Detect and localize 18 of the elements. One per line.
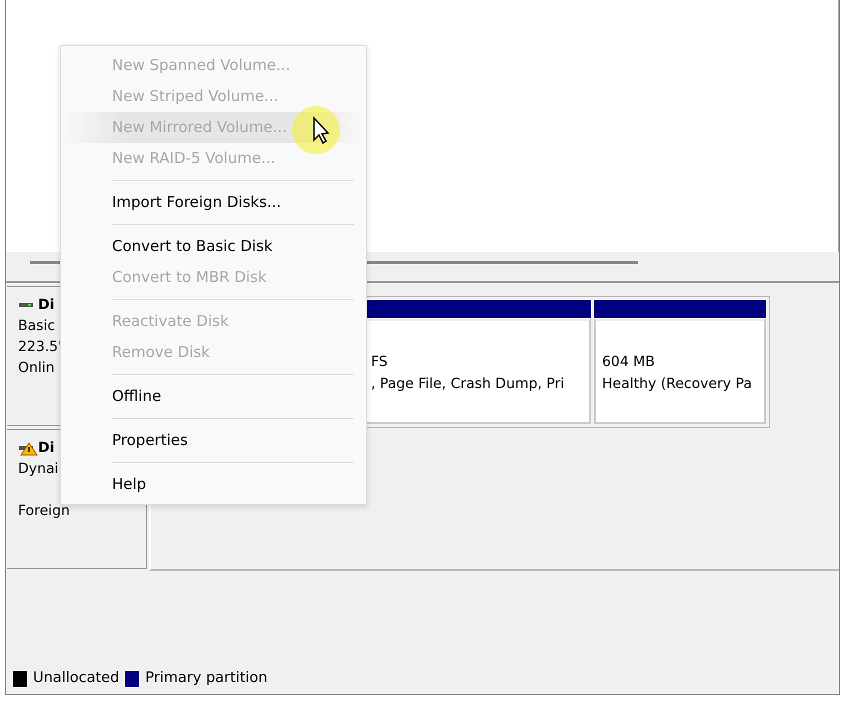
menu-item[interactable]: Import Foreign Disks... [61, 187, 366, 218]
disk-name: Di [38, 439, 54, 458]
disk-info-text: Basic [18, 317, 56, 336]
legend-label: Unallocated [33, 669, 120, 688]
partition-info-text: , Page File, Crash Dump, Pri [371, 375, 566, 394]
disk-info-text: Foreign [18, 502, 70, 521]
menu-item[interactable]: Properties [61, 425, 366, 456]
disk-name: Di [38, 296, 54, 315]
partition-panel[interactable]: 604 MB Healthy (Recovery Pa [594, 318, 766, 424]
menu-item[interactable]: Convert to Basic Disk [61, 231, 366, 262]
partition-info-text: FS [371, 353, 389, 372]
legend-label: Primary partition [145, 669, 268, 688]
partition-info-text: 604 MB [602, 353, 656, 372]
disk-info-text: 223.5' [18, 338, 62, 357]
menu-item[interactable]: Help [61, 469, 366, 500]
disk-info-text: Dynai [18, 460, 58, 479]
partition-info-text: Healthy (Recovery Pa [602, 375, 753, 394]
disk-info-text: Onlin [18, 359, 55, 378]
